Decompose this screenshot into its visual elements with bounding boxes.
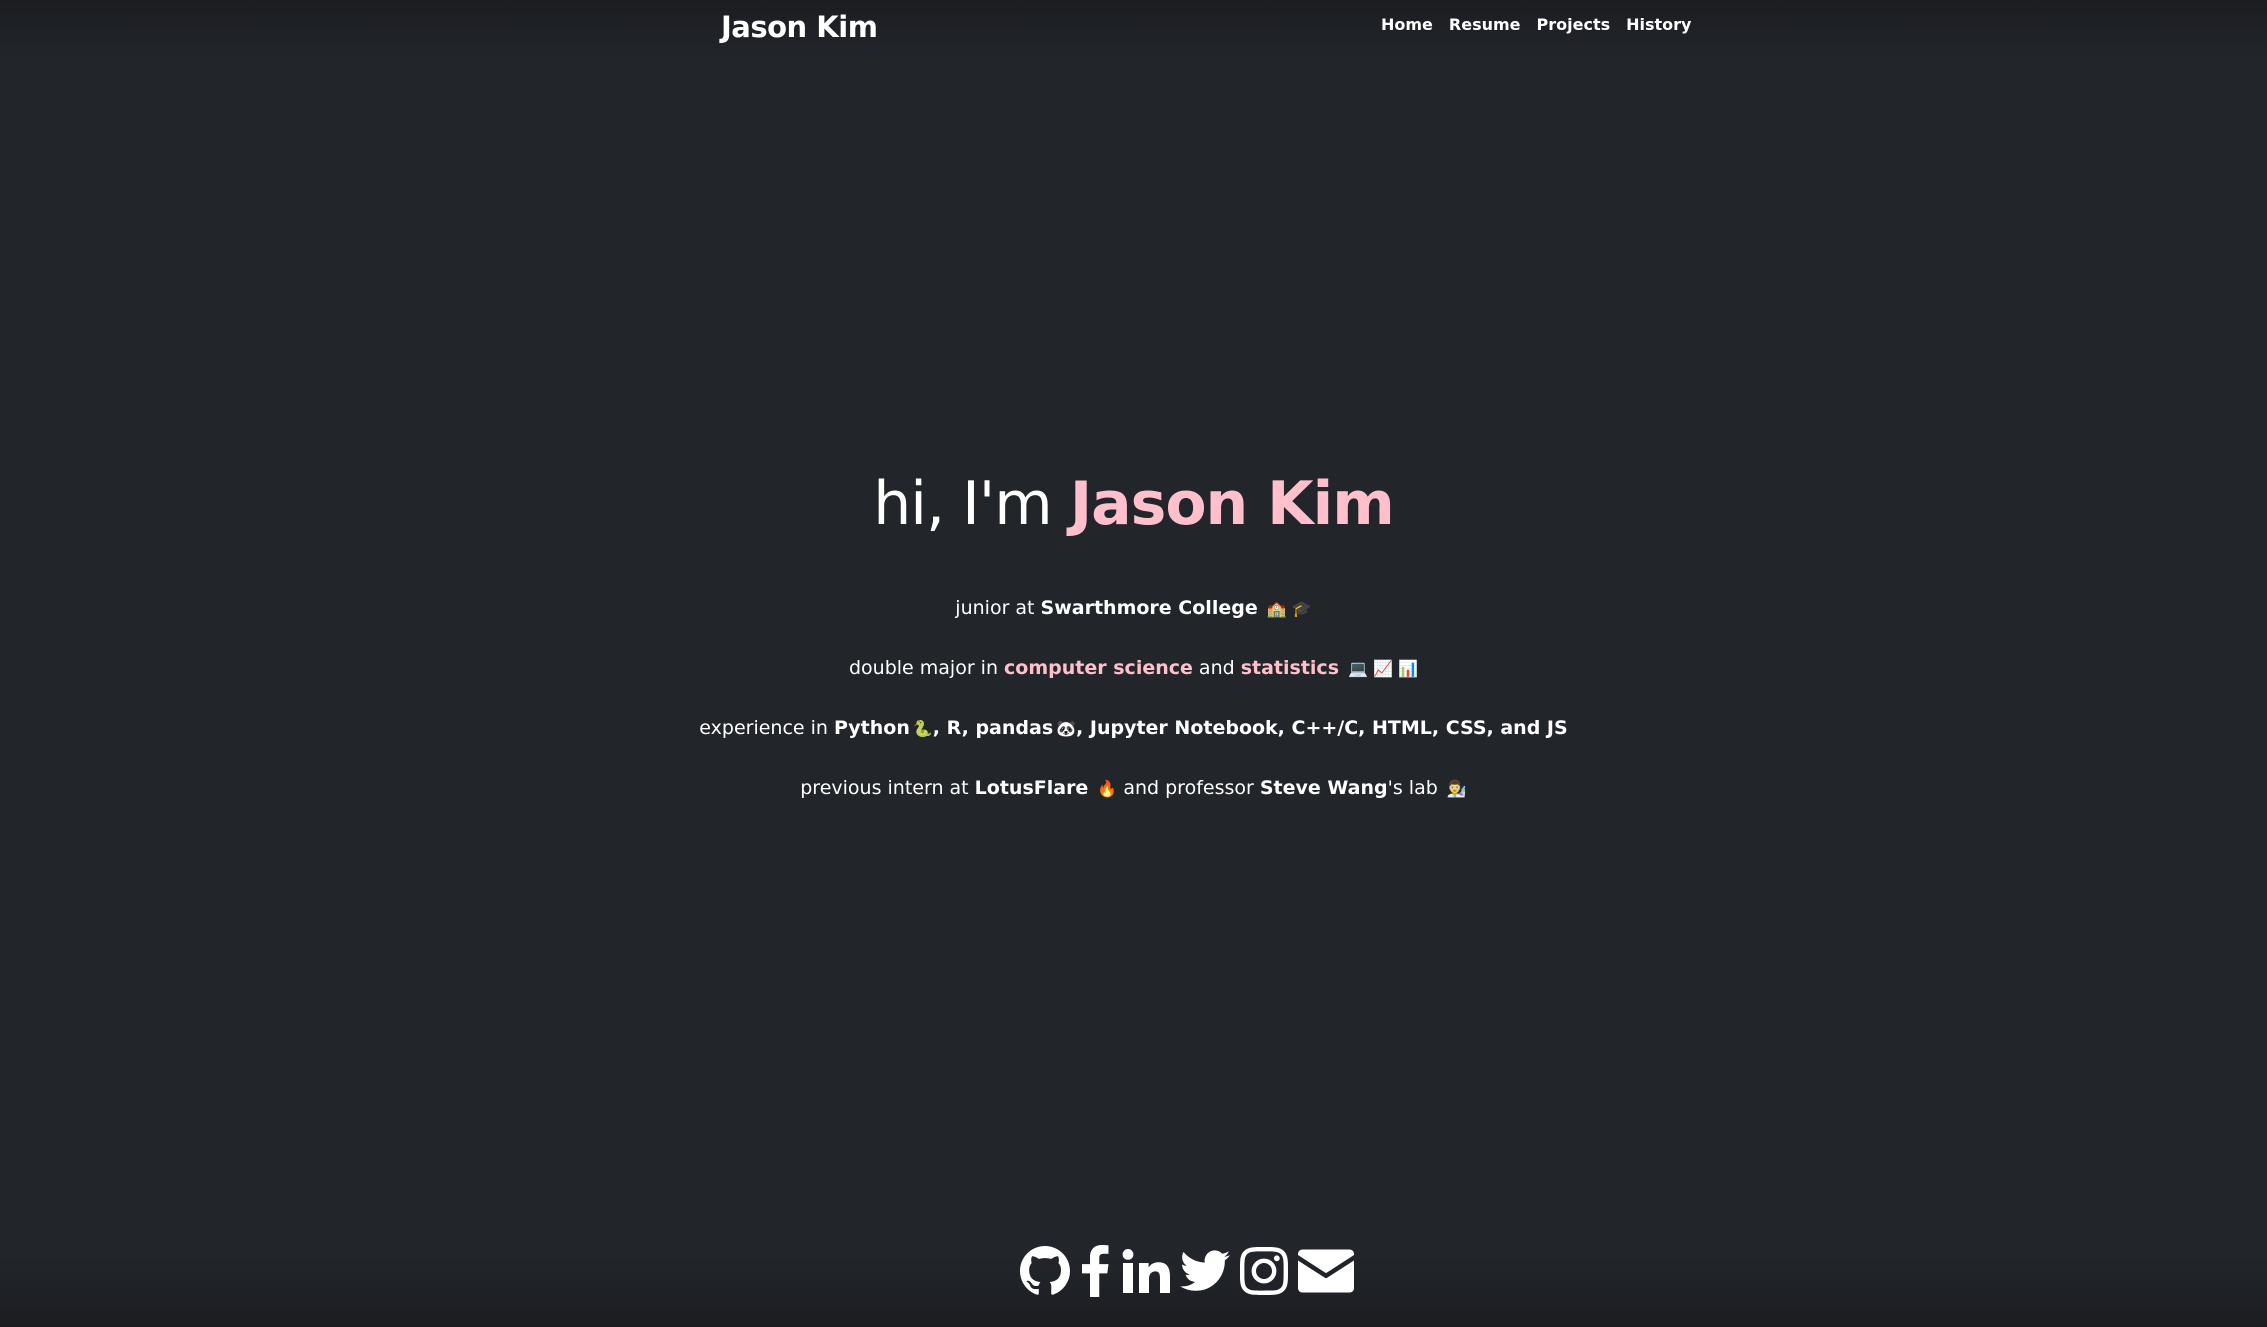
linkedin-icon[interactable] — [1120, 1243, 1170, 1299]
facebook-icon[interactable] — [1080, 1243, 1110, 1299]
line-text: previous intern at — [800, 777, 975, 799]
line-text: double major in — [848, 657, 1005, 679]
scientist-emoji: 👨‍🔬 — [1446, 778, 1467, 798]
company-name: LotusFlare — [974, 777, 1089, 799]
intro-line-intern: previous intern at LotusFlare 🔥 and prof… — [0, 775, 2267, 802]
twitter-icon[interactable] — [1180, 1243, 1230, 1299]
brand-link[interactable]: Jason Kim — [721, 10, 878, 44]
hero: hi, I'm Jason Kim — [0, 462, 2267, 546]
nav-resume-link[interactable]: Resume — [1449, 15, 1521, 34]
line-text: experience in — [699, 717, 835, 739]
nav-links: Home Resume Projects History — [1381, 15, 1691, 34]
professor-name: Steve Wang — [1259, 777, 1388, 799]
major-emoji: 💻 📈 📊 — [1348, 658, 1418, 678]
major-stats: statistics — [1240, 657, 1340, 679]
line-text: and — [1192, 657, 1241, 679]
snake-emoji: 🐍 — [912, 718, 933, 738]
nav-projects-link[interactable]: Projects — [1537, 15, 1611, 34]
hero-title: hi, I'm Jason Kim — [0, 462, 2267, 546]
skill-python: Python — [834, 717, 910, 739]
college-name: Swarthmore College — [1040, 597, 1258, 619]
github-icon[interactable] — [1020, 1243, 1070, 1299]
social-links — [1020, 1243, 1354, 1299]
intro-line-major: double major in computer science and sta… — [0, 655, 2267, 682]
skill-r-pandas: , R, pandas — [932, 717, 1054, 739]
page: Jason Kim Home Resume Projects History h… — [0, 0, 2267, 1327]
skill-rest: , Jupyter Notebook, C++/C, HTML, CSS, an… — [1076, 717, 1568, 739]
line-text: and professor — [1117, 777, 1260, 799]
hero-name: Jason Kim — [1069, 469, 1395, 539]
navbar: Jason Kim Home Resume Projects History — [0, 0, 2267, 54]
nav-history-link[interactable]: History — [1626, 15, 1691, 34]
fire-emoji: 🔥 — [1097, 778, 1118, 798]
nav-home-link[interactable]: Home — [1381, 15, 1433, 34]
major-cs: computer science — [1004, 657, 1193, 679]
line-text: junior at — [955, 597, 1041, 619]
intro-line-experience: experience in Python 🐍, R, pandas 🐼, Jupyt… — [0, 715, 2267, 742]
envelope-icon[interactable] — [1298, 1243, 1354, 1299]
instagram-icon[interactable] — [1240, 1243, 1288, 1299]
hero-greeting: hi, I'm — [873, 469, 1070, 539]
line-text: 's lab — [1387, 777, 1438, 799]
panda-emoji: 🐼 — [1056, 718, 1077, 738]
intro-line-college: junior at Swarthmore College 🏫 🎓 — [0, 595, 2267, 622]
school-emoji: 🏫 🎓 — [1266, 598, 1312, 618]
